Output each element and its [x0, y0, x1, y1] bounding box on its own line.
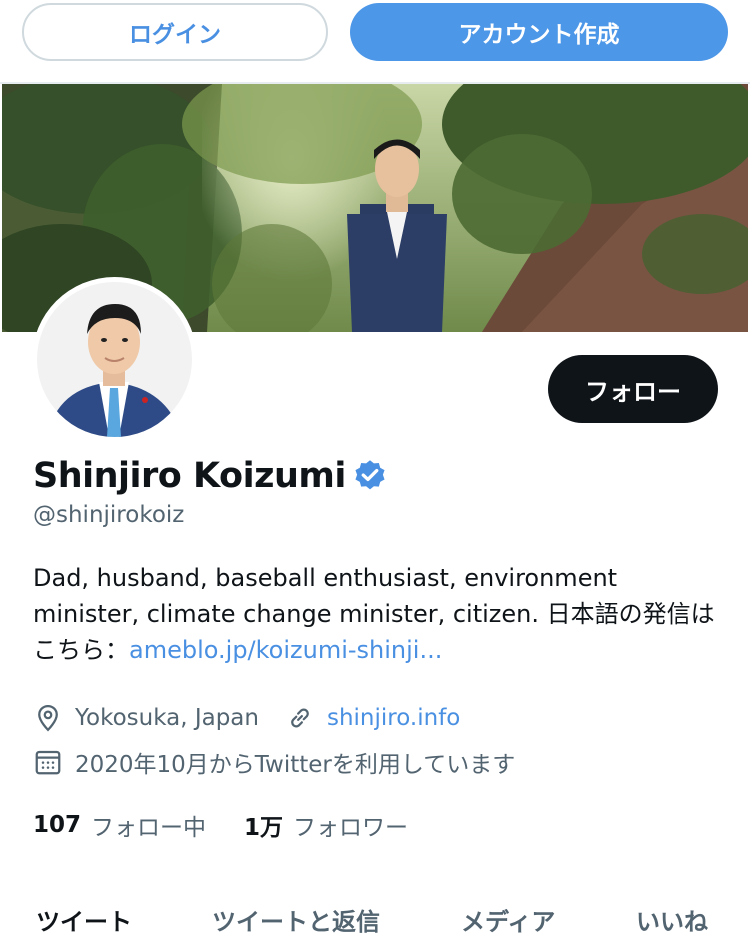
tab-media[interactable]: メディア	[461, 902, 555, 937]
bio-link[interactable]: ameblo.jp/koizumi-shinji...	[129, 636, 442, 664]
verified-badge-icon	[355, 460, 385, 490]
location-pin-icon	[38, 704, 58, 732]
tab-tweets-and-replies[interactable]: ツイートと返信	[212, 902, 380, 937]
following-label[interactable]: フォロー中	[91, 808, 206, 842]
followers-count[interactable]: 1万	[244, 808, 283, 842]
profile-name-row: Shinjiro Koizumi	[33, 452, 388, 500]
profile-handle: @shinjirokoiz	[33, 502, 185, 528]
profile-website[interactable]: shinjiro.info	[327, 705, 460, 731]
login-button[interactable]: ログイン	[22, 3, 328, 61]
profile-tabs: ツイート ツイートと返信 メディア いいね	[0, 900, 750, 938]
tab-tweets[interactable]: ツイート	[36, 902, 132, 937]
profile-joined-date: 2020年10月からTwitterを利用しています	[75, 752, 516, 778]
profile-stats: 107 フォロー中 1万 フォロワー	[33, 808, 408, 842]
following-count[interactable]: 107	[33, 812, 81, 838]
profile-bio: Dad, husband, baseball enthusiast, envir…	[33, 560, 723, 668]
avatar-image	[37, 282, 192, 437]
followers-label[interactable]: フォロワー	[293, 808, 408, 842]
link-icon	[291, 708, 309, 728]
profile-name: Shinjiro Koizumi	[33, 456, 346, 496]
profile-avatar[interactable]	[32, 277, 197, 442]
calendar-icon	[35, 750, 61, 775]
profile-meta-row: Yokosuka, Japan shinjiro.info	[33, 700, 460, 736]
tab-likes[interactable]: いいね	[636, 902, 708, 937]
signup-button[interactable]: アカウント作成	[350, 3, 728, 61]
top-bar: ログイン アカウント作成	[0, 0, 750, 84]
follow-button[interactable]: フォロー	[548, 355, 718, 423]
profile-location: Yokosuka, Japan	[75, 705, 259, 731]
profile-joined-row: 2020年10月からTwitterを利用しています	[33, 744, 515, 780]
